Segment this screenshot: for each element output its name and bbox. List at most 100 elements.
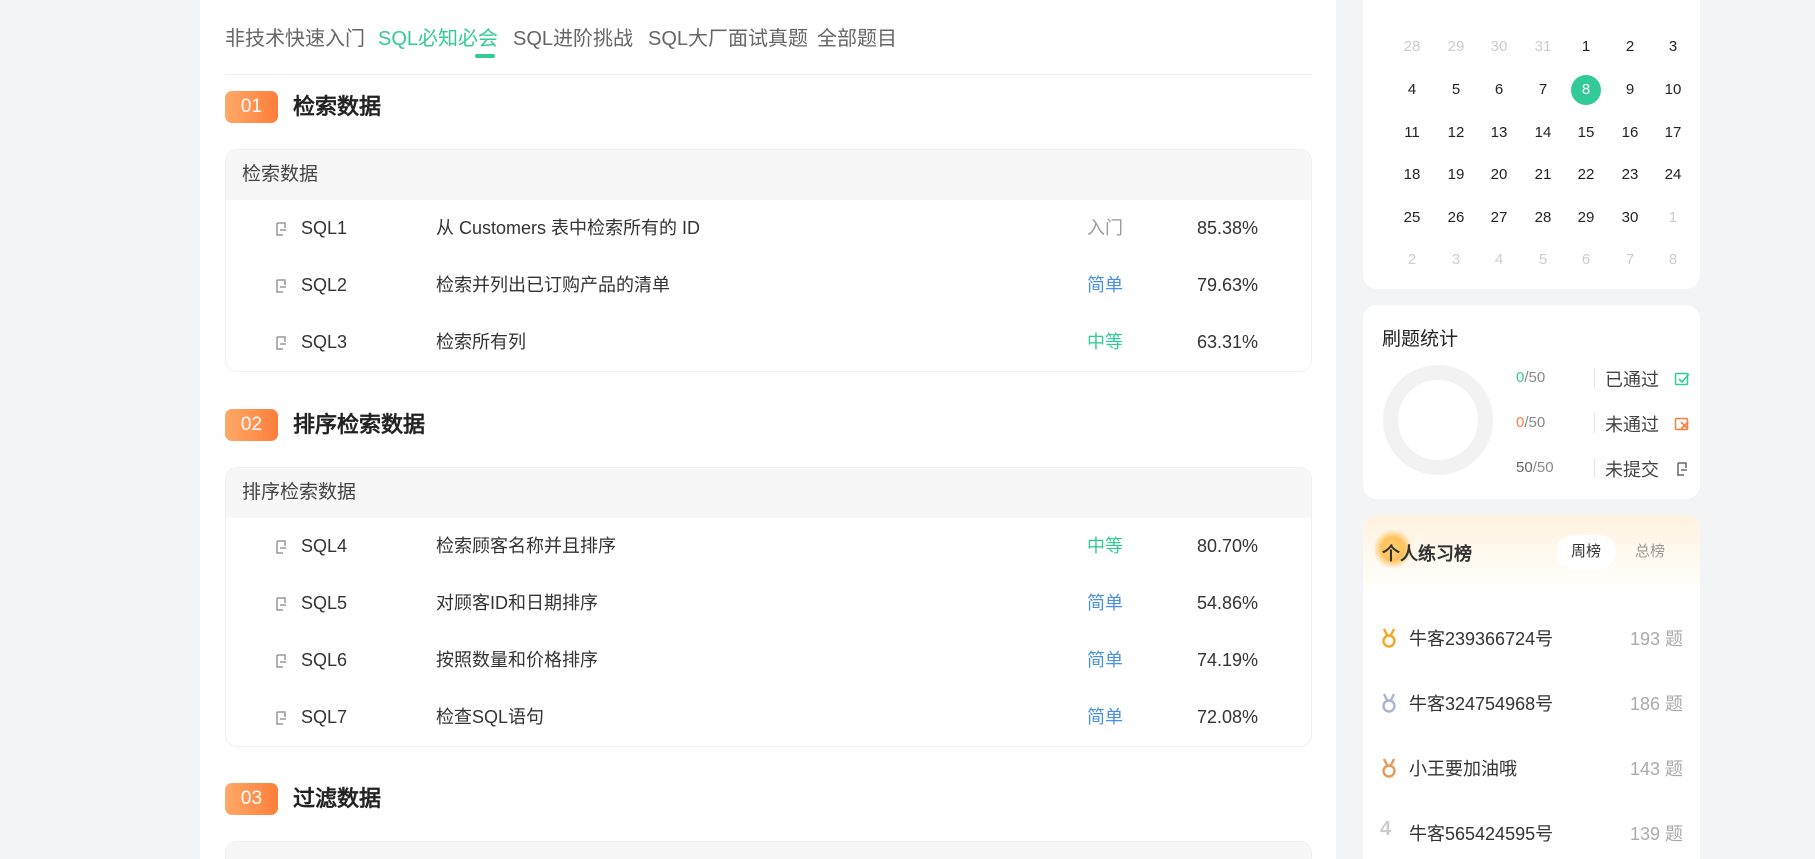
calendar-day[interactable]: 8 (1658, 245, 1688, 275)
question-row[interactable]: SQL3 检索所有列 中等 63.31% (226, 314, 1311, 371)
tab-sql-must-know[interactable]: SQL必知必会 (378, 22, 498, 51)
calendar-day[interactable]: 28 (1397, 32, 1427, 62)
calendar-day[interactable]: 19 (1441, 160, 1471, 190)
ranking-user-name[interactable]: 牛客324754968号 (1409, 690, 1553, 716)
calendar-day[interactable]: 6 (1571, 245, 1601, 275)
stats-title: 刷题统计 (1382, 329, 1459, 350)
calendar-day[interactable]: 6 (1484, 75, 1514, 105)
question-doc-icon (273, 710, 289, 726)
calendar-day[interactable]: 1 (1658, 203, 1688, 233)
question-doc-icon (273, 539, 289, 555)
group-title: 检索数据 (226, 150, 1311, 200)
difficulty-label: 中等 (1087, 536, 1123, 556)
question-title[interactable]: 检索顾客名称并且排序 (436, 518, 616, 575)
question-row[interactable]: SQL1 从 Customers 表中检索所有的 ID 入门 85.38% (226, 200, 1311, 257)
tab-weekly-rank[interactable]: 周榜 (1556, 535, 1616, 569)
calendar-day[interactable]: 7 (1528, 75, 1558, 105)
calendar-panel: 一二三四五六日 28293031123456789101112131415161… (1363, 0, 1700, 289)
question-doc-icon (273, 596, 289, 612)
ranking-row[interactable]: 牛客239366724号 193 题 (1363, 617, 1700, 657)
calendar-day[interactable]: 9 (1615, 75, 1645, 105)
calendar-day[interactable]: 29 (1571, 203, 1601, 233)
tab-nontech-intro[interactable]: 非技术快速入门 (225, 22, 365, 51)
stat-divider (1594, 368, 1595, 388)
stat-label: 未提交 (1605, 460, 1659, 480)
tab-sql-interview[interactable]: SQL大厂面试真题 (648, 22, 808, 51)
calendar-day[interactable]: 29 (1441, 32, 1471, 62)
question-row[interactable]: SQL4 检索顾客名称并且排序 中等 80.70% (226, 518, 1311, 575)
section-title: 排序检索数据 (293, 412, 426, 437)
question-title[interactable]: 按照数量和价格排序 (436, 632, 598, 689)
question-row[interactable]: SQL7 检查SQL语句 简单 72.08% (226, 689, 1311, 746)
calendar-day[interactable]: 22 (1571, 160, 1601, 190)
tab-all-questions[interactable]: 全部题目 (817, 22, 897, 51)
calendar-day[interactable]: 21 (1528, 160, 1558, 190)
calendar-day[interactable]: 25 (1397, 203, 1427, 233)
difficulty-label: 简单 (1087, 707, 1123, 727)
calendar-day[interactable]: 30 (1484, 32, 1514, 62)
question-title[interactable]: 对顾客ID和日期排序 (436, 575, 598, 632)
question-row[interactable]: SQL2 检索并列出已订购产品的清单 简单 79.63% (226, 257, 1311, 314)
question-doc-icon (273, 278, 289, 294)
calendar-day[interactable]: 7 (1615, 245, 1645, 275)
question-id: SQL6 (301, 650, 348, 670)
calendar-day[interactable]: 2 (1615, 32, 1645, 62)
calendar-day[interactable]: 14 (1528, 118, 1558, 148)
calendar-day[interactable]: 27 (1484, 203, 1514, 233)
ranking-user-name[interactable]: 小王要加油哦 (1409, 755, 1517, 781)
calendar-day[interactable]: 2 (1397, 245, 1427, 275)
calendar-day[interactable]: 28 (1528, 203, 1558, 233)
question-group-card: 检索数据 SQL1 从 Customers 表中检索所有的 ID 入门 85.38% S… (225, 149, 1312, 372)
calendar-day[interactable]: 12 (1441, 118, 1471, 148)
question-row[interactable]: SQL5 对顾客ID和日期排序 简单 54.86% (226, 575, 1311, 632)
question-group-card: 排序检索数据 SQL4 检索顾客名称并且排序 中等 80.70% SQL5 对顾客ID和日… (225, 467, 1312, 747)
calendar-day[interactable]: 20 (1484, 160, 1514, 190)
difficulty-label: 入门 (1087, 218, 1123, 238)
question-title[interactable]: 检索并列出已订购产品的清单 (436, 257, 670, 314)
section-header: 01 检索数据 (225, 91, 925, 123)
question-id: SQL5 (301, 593, 348, 613)
question-id: SQL3 (301, 332, 348, 352)
ranking-row[interactable]: 牛客324754968号 186 题 (1363, 682, 1700, 722)
calendar-day[interactable]: 31 (1528, 32, 1558, 62)
stat-row: 50/50 未提交 (1516, 456, 1696, 480)
calendar-day[interactable]: 3 (1441, 245, 1471, 275)
difficulty-label: 简单 (1087, 650, 1123, 670)
question-doc-icon (273, 221, 289, 237)
ranking-count: 186 题 (1629, 694, 1683, 714)
calendar-day-today[interactable]: 8 (1571, 75, 1601, 105)
ranking-user-name[interactable]: 牛客565424595号 (1409, 820, 1553, 846)
calendar-day[interactable]: 4 (1397, 75, 1427, 105)
calendar-day[interactable]: 13 (1484, 118, 1514, 148)
calendar-day[interactable]: 3 (1658, 32, 1688, 62)
calendar-day[interactable]: 17 (1658, 118, 1688, 148)
ranking-row[interactable]: 4 牛客565424595号 139 题 (1363, 812, 1700, 852)
question-title[interactable]: 检索所有列 (436, 314, 526, 371)
tab-total-rank[interactable]: 总榜 (1620, 535, 1680, 569)
question-title[interactable]: 从 Customers 表中检索所有的 ID (436, 200, 700, 257)
ranking-count: 193 题 (1629, 629, 1683, 649)
stat-divider (1594, 413, 1595, 433)
stat-label: 未通过 (1605, 415, 1659, 435)
calendar-day[interactable]: 18 (1397, 160, 1427, 190)
calendar-day[interactable]: 10 (1658, 75, 1688, 105)
calendar-day[interactable]: 30 (1615, 203, 1645, 233)
calendar-day[interactable]: 5 (1441, 75, 1471, 105)
calendar-day[interactable]: 16 (1615, 118, 1645, 148)
calendar-day[interactable]: 23 (1615, 160, 1645, 190)
tab-sql-advanced[interactable]: SQL进阶挑战 (513, 22, 633, 51)
question-title[interactable]: 检查SQL语句 (436, 689, 544, 746)
pass-rate: 54.86% (1197, 593, 1259, 613)
calendar-day[interactable]: 5 (1528, 245, 1558, 275)
category-tabs: 非技术快速入门 SQL必知必会 SQL进阶挑战 SQL大厂面试真题 全部题目 (225, 0, 1312, 75)
stat-value: 50/50 (1516, 459, 1554, 476)
ranking-user-name[interactable]: 牛客239366724号 (1409, 625, 1553, 651)
calendar-day[interactable]: 15 (1571, 118, 1601, 148)
question-row[interactable]: SQL6 按照数量和价格排序 简单 74.19% (226, 632, 1311, 689)
calendar-day[interactable]: 26 (1441, 203, 1471, 233)
calendar-day[interactable]: 24 (1658, 160, 1688, 190)
calendar-day[interactable]: 11 (1397, 118, 1427, 148)
ranking-row[interactable]: 小王要加油哦 143 题 (1363, 747, 1700, 787)
calendar-day[interactable]: 1 (1571, 32, 1601, 62)
calendar-day[interactable]: 4 (1484, 245, 1514, 275)
